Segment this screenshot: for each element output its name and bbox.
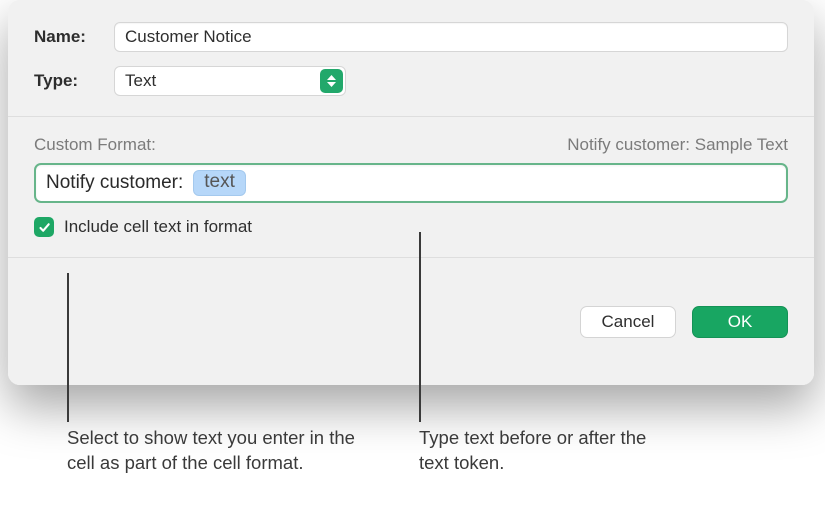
callout-line-right	[419, 232, 421, 422]
ok-button[interactable]: OK	[692, 306, 788, 338]
format-section: Custom Format: Notify customer: Sample T…	[8, 116, 814, 258]
cancel-button[interactable]: Cancel	[580, 306, 676, 338]
custom-format-dialog: Name: Type: Text	[8, 0, 814, 385]
callout-line-left	[67, 273, 69, 422]
include-checkbox[interactable]	[34, 217, 54, 237]
format-prefix-text: Notify customer:	[46, 172, 183, 194]
checkmark-icon	[38, 221, 51, 234]
type-value: Text	[125, 71, 156, 91]
top-section: Name: Type: Text	[8, 0, 814, 116]
custom-format-label: Custom Format:	[34, 135, 156, 155]
callout-right: Type text before or after the text token…	[419, 426, 669, 476]
button-row: Cancel OK	[8, 258, 814, 385]
type-row: Type: Text	[34, 66, 788, 96]
type-label: Type:	[34, 71, 114, 91]
format-field[interactable]: Notify customer: text	[34, 163, 788, 203]
include-label: Include cell text in format	[64, 217, 252, 237]
type-popup[interactable]: Text	[114, 66, 346, 96]
popup-stepper-icon	[320, 69, 343, 93]
type-popup-wrap: Text	[114, 66, 346, 96]
name-row: Name:	[34, 22, 788, 52]
callout-left: Select to show text you enter in the cel…	[67, 426, 357, 476]
include-row: Include cell text in format	[34, 217, 788, 237]
dialog-body: Name: Type: Text	[8, 0, 814, 385]
name-field[interactable]	[114, 22, 788, 52]
text-token[interactable]: text	[193, 170, 246, 196]
name-label: Name:	[34, 27, 114, 47]
format-preview: Notify customer: Sample Text	[567, 135, 788, 155]
custom-format-header: Custom Format: Notify customer: Sample T…	[34, 135, 788, 155]
